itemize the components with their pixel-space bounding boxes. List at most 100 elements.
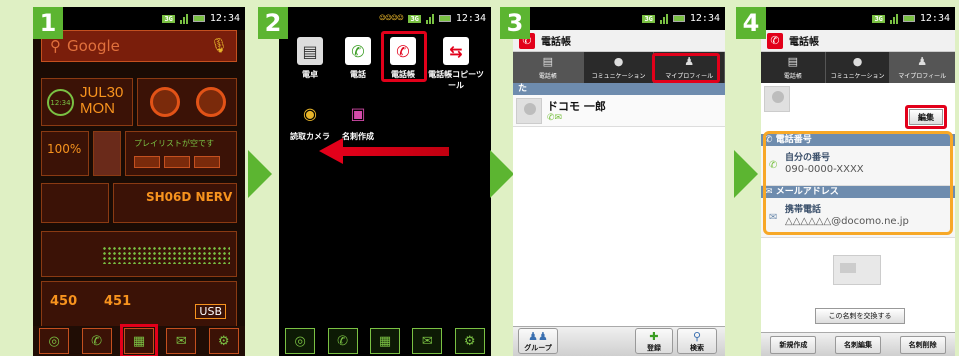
highlight-box: [905, 105, 947, 129]
globe-icon[interactable]: ◎: [285, 328, 316, 354]
highlight-box: [381, 31, 427, 82]
settings-icon[interactable]: ⚙: [208, 328, 239, 354]
phone-icon: ✆: [345, 37, 371, 65]
blurred-widget: [93, 131, 121, 176]
mic-icon[interactable]: 🎙: [210, 38, 228, 54]
bottom-bar: ♟♟ グループ ✚ 登録 ⚲ 検索: [513, 326, 725, 356]
exchange-card-button[interactable]: この名刺を交換する: [815, 308, 905, 324]
google-search-bar[interactable]: ⚲ Google 🎙: [41, 30, 237, 62]
status-bar: 3G 12:34: [33, 7, 245, 30]
phonebook-icon[interactable]: ▦: [369, 328, 400, 354]
device-name-widget[interactable]: SH06D NERV: [113, 183, 237, 223]
app-phonebook-copy[interactable]: ⇆ 電話帳コピーツール: [425, 37, 487, 91]
tab-label: 電話帳: [538, 73, 557, 80]
step-badge-4: 4: [736, 7, 766, 39]
contacts-icon: ▤: [542, 55, 554, 68]
stats-widget[interactable]: 450 451 USB: [41, 281, 237, 329]
button-label: 登録: [647, 343, 661, 352]
home-dock: ◎ ✆ ▦ ✉ ⚙: [279, 326, 491, 356]
phone-mail-icon: ✆✉: [547, 113, 563, 123]
app-label: 電話帳コピーツール: [428, 70, 484, 90]
tab-my-profile[interactable]: ♟ マイプロフィール: [890, 52, 955, 83]
tab-label: 電話帳: [783, 73, 802, 80]
phone-icon[interactable]: ✆: [327, 328, 358, 354]
group-icon: ♟♟: [528, 329, 548, 343]
tab-bar: ▤ 電話帳 ● コミュニケーション ♟ マイプロフィール: [761, 52, 955, 83]
chat-icon: ●: [852, 55, 863, 68]
calculator-icon: ▤: [297, 37, 323, 65]
media-widget[interactable]: [137, 78, 237, 126]
step-arrow: [490, 150, 514, 198]
battery-widget[interactable]: 100%: [41, 131, 89, 176]
camera-icon: ◉: [303, 103, 317, 123]
tab-communication[interactable]: ● コミュニケーション: [826, 52, 891, 83]
status-bar: 3G 12:34: [761, 7, 955, 30]
battery-icon: [902, 15, 915, 22]
next-button[interactable]: [194, 156, 220, 168]
search-button[interactable]: ⚲ 検索: [677, 328, 717, 354]
edit-card-button[interactable]: 名刺編集: [834, 335, 881, 354]
battery-icon: [438, 15, 451, 22]
search-icon: ⚲: [692, 329, 702, 343]
play-button[interactable]: [164, 156, 190, 168]
contact-name: ドコモ 一郎: [547, 100, 606, 113]
app-title-bar: ✆ 電話帳: [513, 30, 725, 52]
status-time: 12:34: [919, 13, 950, 24]
mail-icon[interactable]: ✉: [166, 328, 197, 354]
avatar: [764, 86, 790, 112]
chat-icon: ●: [613, 55, 624, 68]
app-card-maker[interactable]: ▣ 名刺作成: [334, 99, 382, 142]
network-badge: 3G: [408, 14, 421, 23]
prev-button[interactable]: [134, 156, 160, 168]
tab-phonebook[interactable]: ▤ 電話帳: [513, 52, 584, 83]
device-name: SH06D NERV: [146, 190, 233, 204]
clock-date: JUL30: [80, 84, 124, 101]
delete-card-button[interactable]: 名刺削除: [899, 335, 946, 354]
step-badge-1: 1: [33, 7, 63, 39]
highlight-box: [652, 53, 720, 83]
music-player-widget[interactable]: プレイリストが空です: [125, 131, 237, 176]
hex-grid: [102, 246, 230, 264]
button-label: グループ: [524, 343, 552, 352]
globe-icon[interactable]: ◎: [39, 328, 70, 354]
reel-icon: [150, 87, 180, 117]
bottom-bar: 新規作成 名刺編集 名刺削除: [761, 332, 955, 356]
status-time: 12:34: [455, 13, 486, 24]
search-placeholder: Google: [67, 37, 120, 55]
app-reader-camera[interactable]: ◉ 読取カメラ: [286, 99, 334, 142]
battery-level: 100%: [47, 142, 82, 156]
clock-widget[interactable]: 12:34 JUL30 MON: [41, 78, 133, 126]
app-title: 電話帳: [789, 37, 819, 48]
app-label: 名刺作成: [342, 132, 374, 141]
home-screen-panel: 3G 12:34 ⚲ Google 🎙 12:34 JUL30 MON 100% …: [33, 7, 245, 356]
group-button[interactable]: ♟♟ グループ: [518, 328, 558, 354]
home-dock: ◎ ✆ ▦ ✉ ⚙: [33, 324, 245, 356]
phone-icon[interactable]: ✆: [81, 328, 112, 354]
stat-value-b: 451: [104, 294, 132, 309]
phonebook-icon: ✆: [767, 32, 783, 49]
app-drawer-panel: ☺☺☺☺ 3G 12:34 ▤ 電卓 ✆ 電話 ✆ 電話帳 ⇆ 電話帳コピーツー…: [279, 7, 491, 356]
contact-row[interactable]: ドコモ 一郎 ✆✉: [513, 95, 725, 127]
copy-tool-icon: ⇆: [443, 37, 469, 65]
swipe-arrow: [319, 138, 449, 164]
usb-indicator: USB: [195, 304, 226, 319]
hex-grid-widget[interactable]: [41, 231, 237, 277]
app-label: 電卓: [302, 70, 318, 79]
add-icon: ✚: [649, 329, 659, 343]
new-card-button[interactable]: 新規作成: [770, 335, 817, 354]
reel-icon: [196, 87, 226, 117]
register-button[interactable]: ✚ 登録: [635, 328, 673, 354]
tab-communication[interactable]: ● コミュニケーション: [584, 52, 655, 83]
business-card-icon: [833, 255, 881, 285]
step-badge-2: 2: [258, 7, 288, 39]
app-phone[interactable]: ✆ 電話: [334, 37, 382, 80]
settings-icon[interactable]: ⚙: [454, 328, 485, 354]
card-icon: ▣: [350, 103, 366, 123]
phonebook-icon[interactable]: ▦: [119, 324, 158, 356]
app-calculator[interactable]: ▤ 電卓: [286, 37, 334, 80]
status-bar: ☺☺☺☺ 3G 12:34: [279, 7, 491, 30]
network-badge: 3G: [642, 14, 655, 23]
mail-icon[interactable]: ✉: [412, 328, 443, 354]
tab-phonebook[interactable]: ▤ 電話帳: [761, 52, 826, 83]
network-widget[interactable]: [41, 183, 109, 223]
